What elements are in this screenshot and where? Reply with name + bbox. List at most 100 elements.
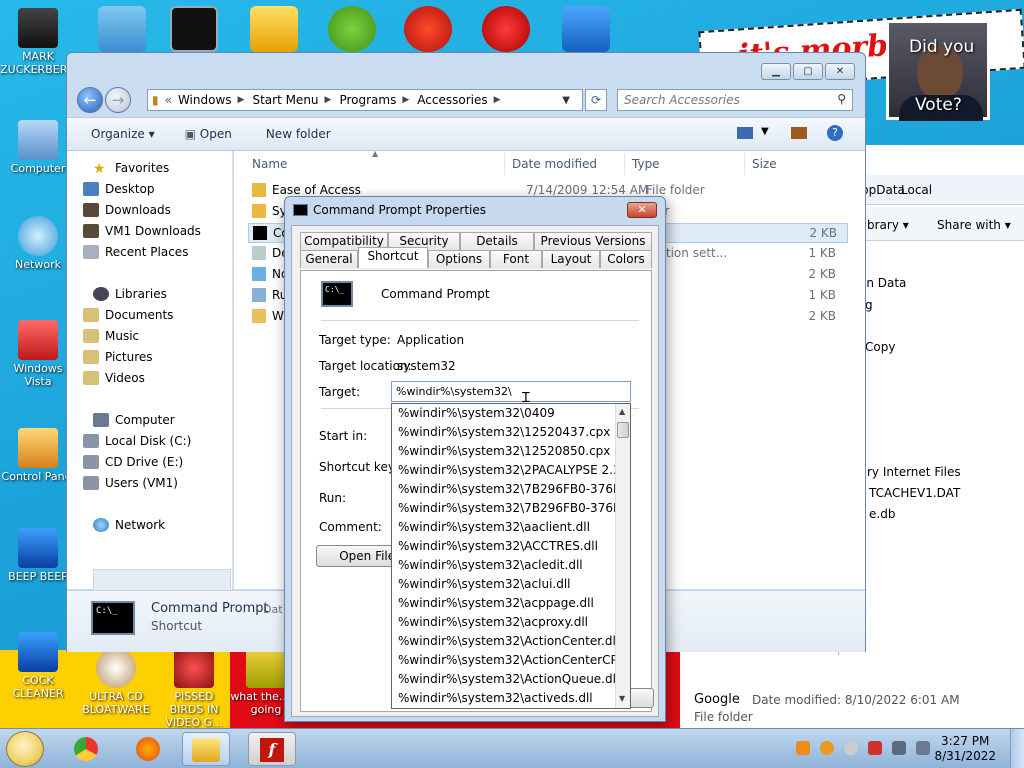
desktop-icon-pissed-birds[interactable]: PISSED BIRDS IN VIDEO G... (156, 648, 232, 729)
refresh-icon[interactable]: ⟳ (585, 89, 607, 111)
scroll-down-icon[interactable]: ▼ (619, 694, 625, 703)
maximize-button[interactable]: ▢ (793, 63, 823, 80)
tab-layout[interactable]: Layout (542, 250, 600, 268)
autocomplete-item[interactable]: %windir%\system32\7B296FB0-376B-497 (398, 501, 630, 520)
breadcrumb-windows[interactable]: Windows (178, 93, 232, 107)
tab-previous-versions[interactable]: Previous Versions (534, 232, 652, 250)
start-button[interactable] (6, 731, 44, 767)
nav-desktop[interactable]: Desktop (83, 182, 155, 196)
autocomplete-item[interactable]: %windir%\system32\ActionQueue.dll (398, 672, 619, 691)
autocomplete-item[interactable]: %windir%\system32\ActionCenterCPL.dll (398, 653, 630, 672)
tab-font[interactable]: Font (490, 250, 542, 268)
tray-status-icon[interactable] (844, 741, 858, 755)
autocomplete-item[interactable]: %windir%\system32\2PACALYPSE 2.3.exe (398, 463, 630, 482)
desktop-icon-ultra-cd[interactable]: ULTRA CD BLOATWARE (78, 648, 154, 716)
nav-music[interactable]: Music (83, 329, 139, 343)
nav-vm1-downloads[interactable]: VM1 Downloads (83, 224, 201, 238)
column-header-type[interactable]: Type (632, 157, 660, 171)
address-dropdown-icon[interactable]: ▼ (562, 95, 570, 106)
autocomplete-item[interactable]: %windir%\system32\acledit.dll (398, 558, 583, 577)
desktop-icon-computer[interactable]: Computer (0, 120, 76, 175)
tab-colors[interactable]: Colors (600, 250, 652, 268)
close-button[interactable]: ✕ (825, 63, 855, 80)
tray-flag-icon[interactable] (868, 741, 882, 755)
show-desktop-button[interactable] (1010, 729, 1024, 768)
autocomplete-item[interactable]: %windir%\system32\ACCTRES.dll (398, 539, 598, 558)
shortcut-name[interactable]: Command Prompt (381, 287, 490, 301)
tab-details[interactable]: Details (460, 232, 534, 250)
bg-list-item[interactable]: TCACHEV1.DAT (869, 486, 960, 500)
nav-pictures[interactable]: Pictures (83, 350, 153, 364)
search-icon[interactable]: ⚲ (837, 92, 846, 106)
nav-local-disk[interactable]: Local Disk (C:) (83, 434, 191, 448)
nav-cd-drive[interactable]: CD Drive (E:) (83, 455, 183, 469)
overflow-chevron-icon[interactable]: « (165, 93, 172, 107)
p-app-icon[interactable] (404, 6, 452, 52)
desktop-icon-mark-zuckerberg[interactable]: MARK ZUCKERBERG (0, 8, 76, 76)
desktop-icon-cock-cleaner[interactable]: COCK CLEANER (0, 632, 76, 700)
open-button[interactable]: ▣ Open (185, 127, 232, 141)
bg-list-item[interactable]: Copy (865, 340, 895, 354)
back-button[interactable]: ← (77, 87, 103, 113)
taskbar-chrome[interactable] (62, 732, 110, 766)
desktop-icon-network[interactable]: Network (0, 216, 76, 271)
autocomplete-item[interactable]: %windir%\system32\12520850.cpx (398, 444, 610, 463)
breadcrumb-start-menu[interactable]: Start Menu (252, 93, 318, 107)
autocomplete-item[interactable]: %windir%\system32\aaclient.dll (398, 520, 590, 539)
tab-options[interactable]: Options (428, 250, 490, 268)
search-input[interactable]: Search Accessories ⚲ (617, 89, 853, 111)
autocomplete-item[interactable]: %windir%\system32\activeds.dll (398, 691, 593, 708)
bg-list-item[interactable]: ry Internet Files (867, 465, 961, 479)
help-icon[interactable]: ? (827, 125, 843, 141)
bg-list-item[interactable]: e.db (869, 507, 895, 521)
desktop-icon-control-panel[interactable]: Control Panel (0, 428, 76, 483)
tab-shortcut[interactable]: Shortcut (358, 247, 428, 268)
nav-favorites[interactable]: ★ Favorites (93, 161, 169, 177)
nav-users-vm1[interactable]: Users (VM1) (83, 476, 178, 490)
view-dropdown-icon[interactable]: ▼ (761, 126, 769, 137)
taskbar-flash[interactable]: f (248, 732, 296, 766)
taskbar-explorer[interactable] (182, 732, 230, 766)
forward-button[interactable]: → (105, 87, 131, 113)
organize-button[interactable]: Organize ▾ (91, 127, 155, 141)
explorer-titlebar[interactable] (67, 53, 865, 83)
tray-search-icon[interactable] (820, 741, 834, 755)
nav-videos[interactable]: Videos (83, 371, 145, 385)
nav-recent-places[interactable]: Recent Places (83, 245, 188, 259)
target-input[interactable]: %windir%\system32\ (391, 381, 631, 402)
autocomplete-list[interactable]: %windir%\system32\0409 %windir%\system32… (391, 403, 631, 709)
view-options-icon[interactable] (737, 127, 753, 139)
scrollbar-thumb[interactable] (617, 422, 629, 438)
nav-documents[interactable]: Documents (83, 308, 173, 322)
tray-volume-icon[interactable] (916, 741, 930, 755)
nav-downloads[interactable]: Downloads (83, 203, 171, 217)
desktop-shortcut-icon[interactable] (98, 6, 146, 52)
nav-computer[interactable]: Computer (93, 413, 175, 427)
autocomplete-item[interactable]: %windir%\system32\ActionCenter.dll (398, 634, 619, 653)
column-header-name[interactable]: Name (252, 157, 287, 171)
desktop-icon-beep-beep[interactable]: BEEP BEEP (0, 528, 76, 583)
bg-path-local[interactable]: Local (901, 183, 932, 197)
bg-share-with-button[interactable]: Share with ▾ (937, 218, 1011, 232)
blue-app-icon[interactable] (562, 6, 610, 52)
breadcrumb-accessories[interactable]: Accessories (417, 93, 487, 107)
autocomplete-scrollbar[interactable]: ▲ ▼ (615, 404, 630, 708)
autocomplete-item[interactable]: %windir%\system32\12520437.cpx (398, 425, 610, 444)
bg-path-appdata[interactable]: ppData (861, 183, 905, 197)
bg-include-library-button[interactable]: brary ▾ (867, 218, 909, 232)
cmd-shortcut-icon[interactable] (170, 6, 218, 52)
dialog-close-button[interactable]: ✕ (627, 202, 657, 218)
scroll-up-icon[interactable]: ▲ (619, 407, 625, 416)
autocomplete-item[interactable]: %windir%\system32\acppage.dll (398, 596, 594, 615)
tab-general[interactable]: General (300, 250, 358, 268)
autocomplete-item[interactable]: %windir%\system32\0409 (398, 406, 555, 425)
taskbar-firefox[interactable] (124, 732, 172, 766)
tray-network-icon[interactable] (892, 741, 906, 755)
autocomplete-item[interactable]: %windir%\system32\acproxy.dll (398, 615, 588, 634)
devcpp-icon[interactable] (482, 6, 530, 52)
clock[interactable]: 3:27 PM 8/31/2022 (934, 734, 996, 764)
folder-shortcut-icon[interactable] (250, 6, 298, 52)
pig-game-icon[interactable] (328, 6, 376, 52)
autocomplete-item[interactable]: %windir%\system32\7B296FB0-376B-497 (398, 482, 630, 501)
column-header-size[interactable]: Size (752, 157, 777, 171)
